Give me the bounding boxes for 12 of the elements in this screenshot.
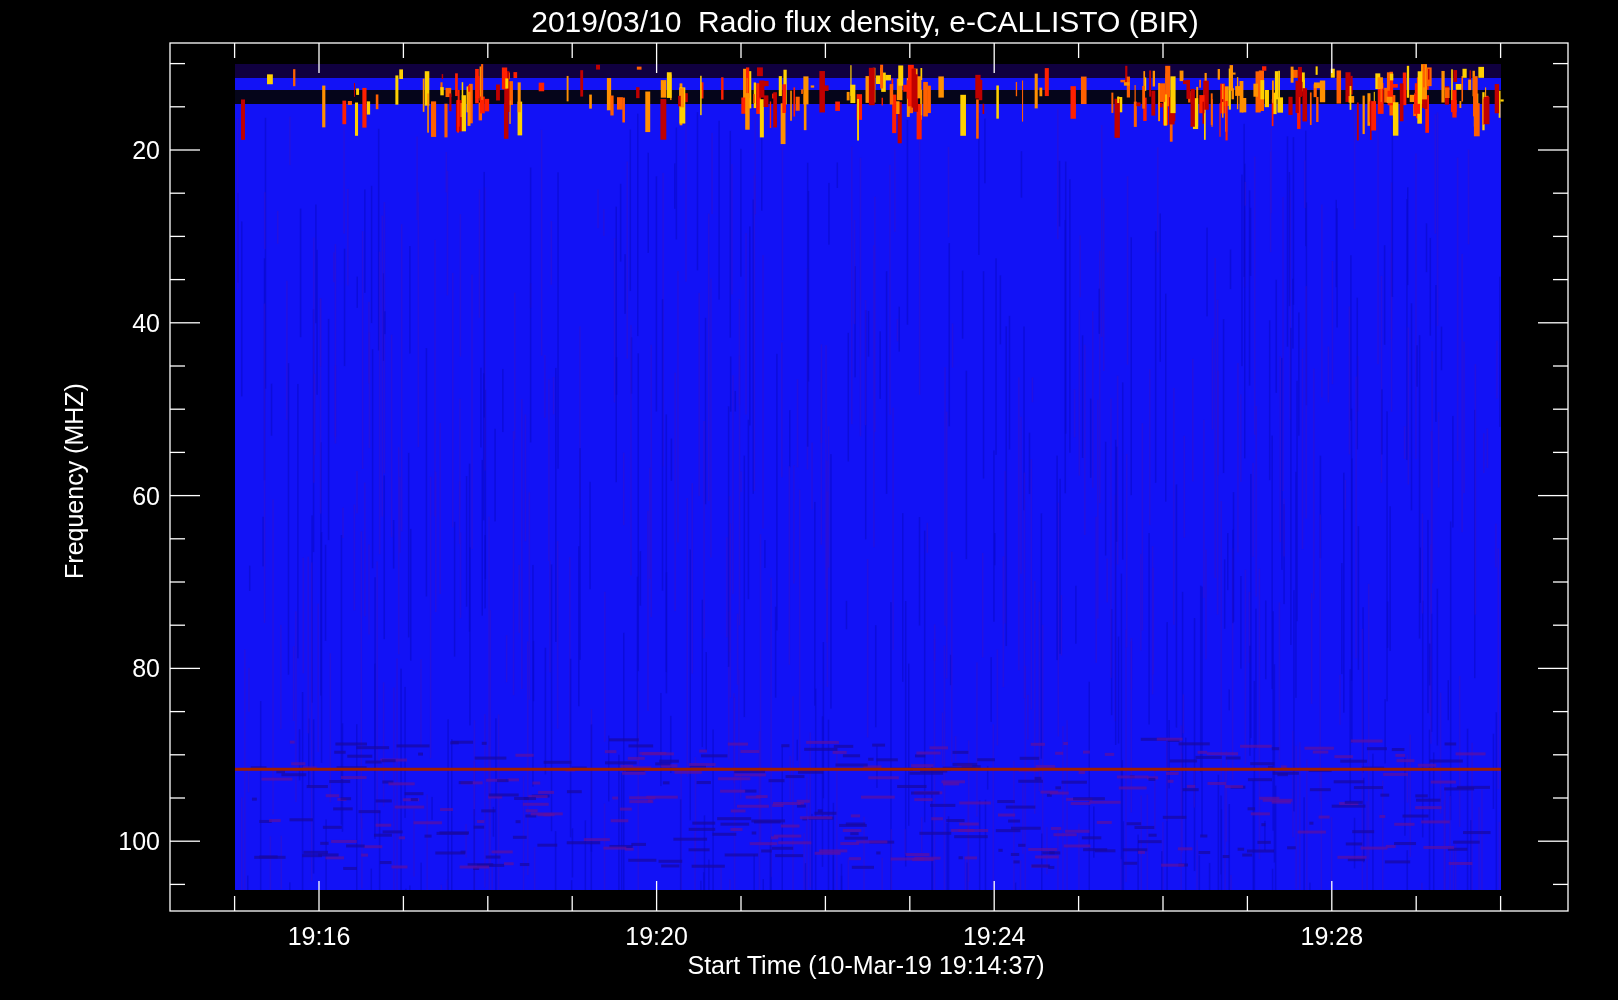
y-tick-label: 40	[132, 308, 160, 337]
y-tick-label: 100	[118, 827, 160, 856]
plot-title: 2019/03/10 Radio flux density, e-CALLISTO (BIR)	[531, 5, 1199, 38]
y-tick-label: 60	[132, 481, 160, 510]
x-tick-label: 19:28	[1300, 922, 1364, 950]
x-tick-label: 19:20	[625, 922, 688, 950]
x-tick-label: 19:24	[962, 922, 1026, 950]
x-axis-label: Start Time (10-Mar-19 19:14:37)	[687, 951, 1045, 979]
y-tick-label: 20	[132, 136, 160, 164]
x-tick-label: 19:16	[287, 922, 351, 950]
y-tick-label: 80	[132, 654, 160, 683]
y-axis-label: Frequency (MHZ)	[60, 383, 88, 579]
